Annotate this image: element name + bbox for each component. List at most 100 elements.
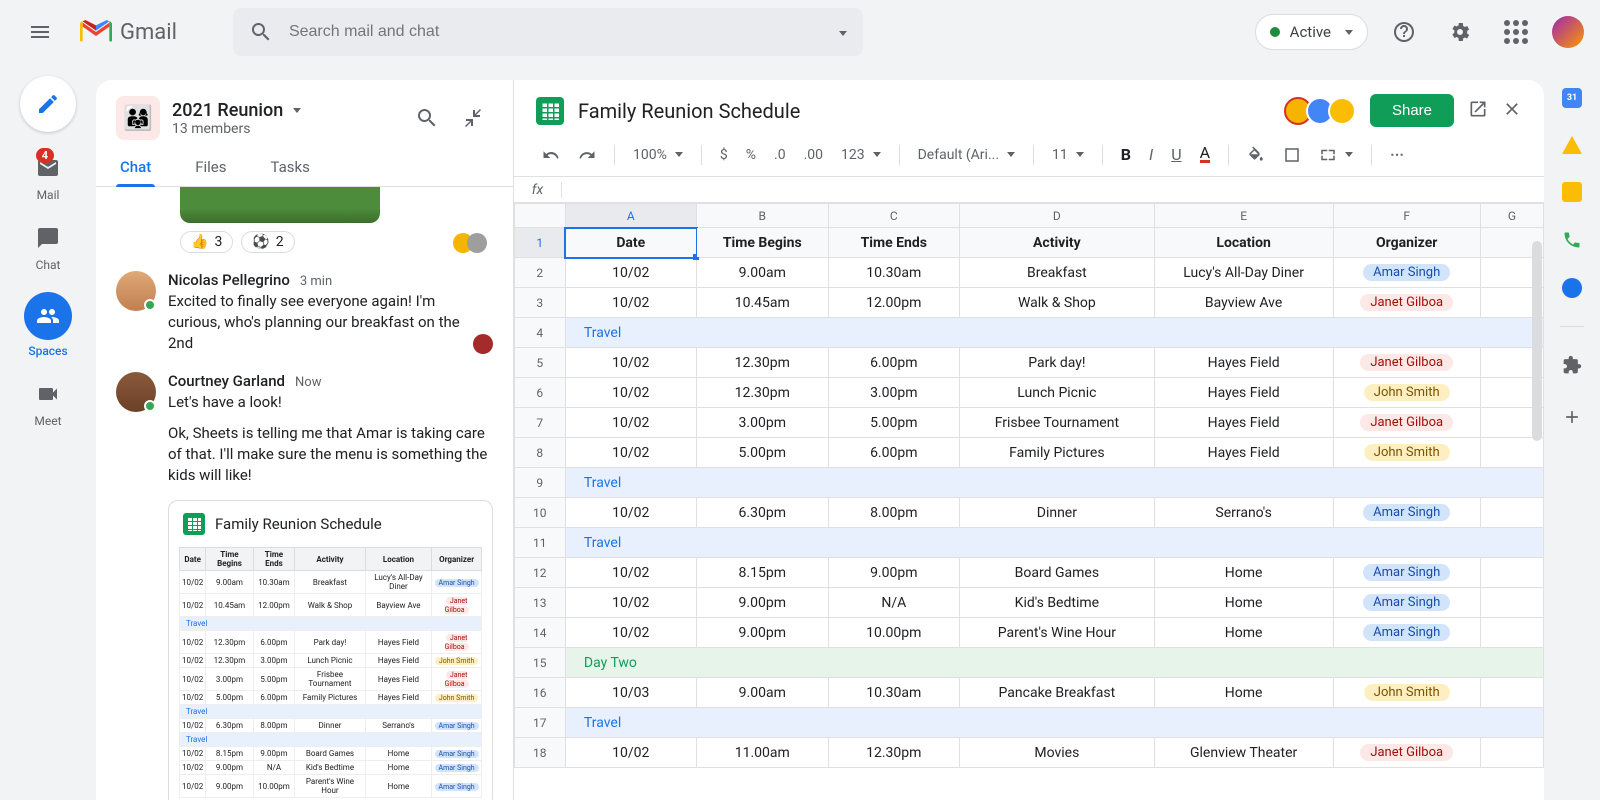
- avatar[interactable]: [116, 271, 156, 311]
- add-icon[interactable]: [1562, 407, 1582, 431]
- cell[interactable]: 10.45am: [697, 288, 829, 318]
- column-header[interactable]: B: [697, 204, 829, 228]
- organizer-chip[interactable]: John Smith: [1364, 384, 1450, 401]
- cell[interactable]: Home: [1154, 558, 1333, 588]
- currency-button[interactable]: $: [714, 143, 734, 167]
- account-avatar[interactable]: [1552, 16, 1584, 48]
- cell[interactable]: John Smith: [1333, 678, 1480, 708]
- header-cell[interactable]: Activity: [960, 228, 1155, 258]
- cell[interactable]: Home: [1154, 678, 1333, 708]
- row-header[interactable]: 14: [515, 618, 566, 648]
- open-external-icon[interactable]: [1468, 99, 1488, 123]
- row-header[interactable]: 8: [515, 438, 566, 468]
- organizer-chip[interactable]: Amar Singh: [1363, 594, 1450, 611]
- row-header[interactable]: 6: [515, 378, 566, 408]
- cell[interactable]: 11.00am: [697, 738, 829, 768]
- column-header[interactable]: A: [565, 204, 697, 228]
- bold-button[interactable]: B: [1115, 141, 1137, 168]
- tab-chat[interactable]: Chat: [116, 148, 155, 186]
- cell[interactable]: 10.30am: [828, 678, 960, 708]
- cell[interactable]: 8.00pm: [828, 498, 960, 528]
- reaction-pill[interactable]: 👍3: [180, 231, 233, 253]
- cell[interactable]: Kid's Bedtime: [960, 588, 1155, 618]
- cell[interactable]: 10/03: [565, 678, 697, 708]
- tab-tasks[interactable]: Tasks: [267, 148, 314, 186]
- column-header[interactable]: G: [1480, 204, 1543, 228]
- cell[interactable]: N/A: [828, 588, 960, 618]
- rail-item-meet[interactable]: Meet: [32, 378, 64, 428]
- cell[interactable]: Lucy's All-Day Diner: [1154, 258, 1333, 288]
- collapse-icon[interactable]: [453, 98, 493, 138]
- chevron-down-icon[interactable]: [293, 108, 301, 113]
- row-header[interactable]: 3: [515, 288, 566, 318]
- cell[interactable]: 10/02: [565, 348, 697, 378]
- space-members[interactable]: 13 members: [172, 121, 395, 137]
- cell[interactable]: 10/02: [565, 588, 697, 618]
- space-title[interactable]: 2021 Reunion: [172, 100, 283, 121]
- cell[interactable]: Janet Gilboa: [1333, 348, 1480, 378]
- cell[interactable]: Lunch Picnic: [960, 378, 1155, 408]
- rail-item-spaces[interactable]: Spaces: [24, 292, 72, 358]
- row-header[interactable]: 12: [515, 558, 566, 588]
- cell[interactable]: Breakfast: [960, 258, 1155, 288]
- cell[interactable]: 5.00pm: [697, 438, 829, 468]
- header-cell[interactable]: Organizer: [1333, 228, 1480, 258]
- status-pill[interactable]: Active: [1255, 14, 1368, 50]
- cell[interactable]: [1480, 558, 1543, 588]
- cell[interactable]: Amar Singh: [1333, 498, 1480, 528]
- document-title[interactable]: Family Reunion Schedule: [578, 99, 800, 123]
- zoom-dropdown[interactable]: 100%: [627, 143, 689, 167]
- number-format-dropdown[interactable]: 123: [835, 143, 887, 167]
- cell[interactable]: Janet Gilboa: [1333, 408, 1480, 438]
- cell[interactable]: 6.00pm: [828, 438, 960, 468]
- cell[interactable]: 10/02: [565, 288, 697, 318]
- organizer-chip[interactable]: John Smith: [1364, 684, 1450, 701]
- cell[interactable]: Board Games: [960, 558, 1155, 588]
- row-header[interactable]: 5: [515, 348, 566, 378]
- merge-button[interactable]: [1313, 142, 1359, 168]
- cell[interactable]: Walk & Shop: [960, 288, 1155, 318]
- cell[interactable]: 10/02: [565, 438, 697, 468]
- cell[interactable]: 3.00pm: [697, 408, 829, 438]
- more-button[interactable]: ⋯: [1384, 143, 1412, 167]
- cell[interactable]: Serrano's: [1154, 498, 1333, 528]
- cell[interactable]: Hayes Field: [1154, 348, 1333, 378]
- reaction-pill[interactable]: ⚽2: [241, 231, 294, 253]
- keep-icon[interactable]: [1562, 182, 1582, 202]
- cell[interactable]: 6.00pm: [828, 348, 960, 378]
- cell[interactable]: Home: [1154, 588, 1333, 618]
- calendar-icon[interactable]: [1562, 88, 1582, 108]
- row-header[interactable]: 9: [515, 468, 566, 498]
- cell[interactable]: 9.00pm: [828, 558, 960, 588]
- organizer-chip[interactable]: Janet Gilboa: [1360, 294, 1453, 311]
- font-dropdown[interactable]: Default (Ari...: [912, 143, 1021, 167]
- menu-icon[interactable]: [16, 8, 64, 56]
- decrease-decimal-button[interactable]: .0: [768, 143, 792, 167]
- row-header[interactable]: 11: [515, 528, 566, 558]
- cell[interactable]: [1480, 438, 1543, 468]
- fill-color-button[interactable]: [1241, 142, 1271, 168]
- column-header[interactable]: F: [1333, 204, 1480, 228]
- phone-icon[interactable]: [1562, 230, 1582, 250]
- row-header[interactable]: 18: [515, 738, 566, 768]
- cell[interactable]: Janet Gilboa: [1333, 288, 1480, 318]
- organizer-chip[interactable]: Janet Gilboa: [1360, 744, 1453, 761]
- section-row[interactable]: Travel: [565, 318, 1544, 348]
- cell[interactable]: Hayes Field: [1154, 378, 1333, 408]
- header-cell[interactable]: Time Begins: [697, 228, 829, 258]
- section-row[interactable]: Day Two: [565, 648, 1544, 678]
- formula-input[interactable]: [562, 182, 1544, 197]
- cell[interactable]: Parent's Wine Hour: [960, 618, 1155, 648]
- organizer-chip[interactable]: Amar Singh: [1363, 564, 1450, 581]
- header-cell[interactable]: Time Ends: [828, 228, 960, 258]
- organizer-chip[interactable]: John Smith: [1364, 444, 1450, 461]
- search-bar[interactable]: [233, 8, 863, 56]
- header-cell[interactable]: Location: [1154, 228, 1333, 258]
- cell[interactable]: 10/02: [565, 558, 697, 588]
- cell[interactable]: 9.00pm: [697, 588, 829, 618]
- cell[interactable]: Hayes Field: [1154, 408, 1333, 438]
- cell[interactable]: 10.00pm: [828, 618, 960, 648]
- column-header[interactable]: E: [1154, 204, 1333, 228]
- cell[interactable]: 10/02: [565, 738, 697, 768]
- cell[interactable]: Amar Singh: [1333, 258, 1480, 288]
